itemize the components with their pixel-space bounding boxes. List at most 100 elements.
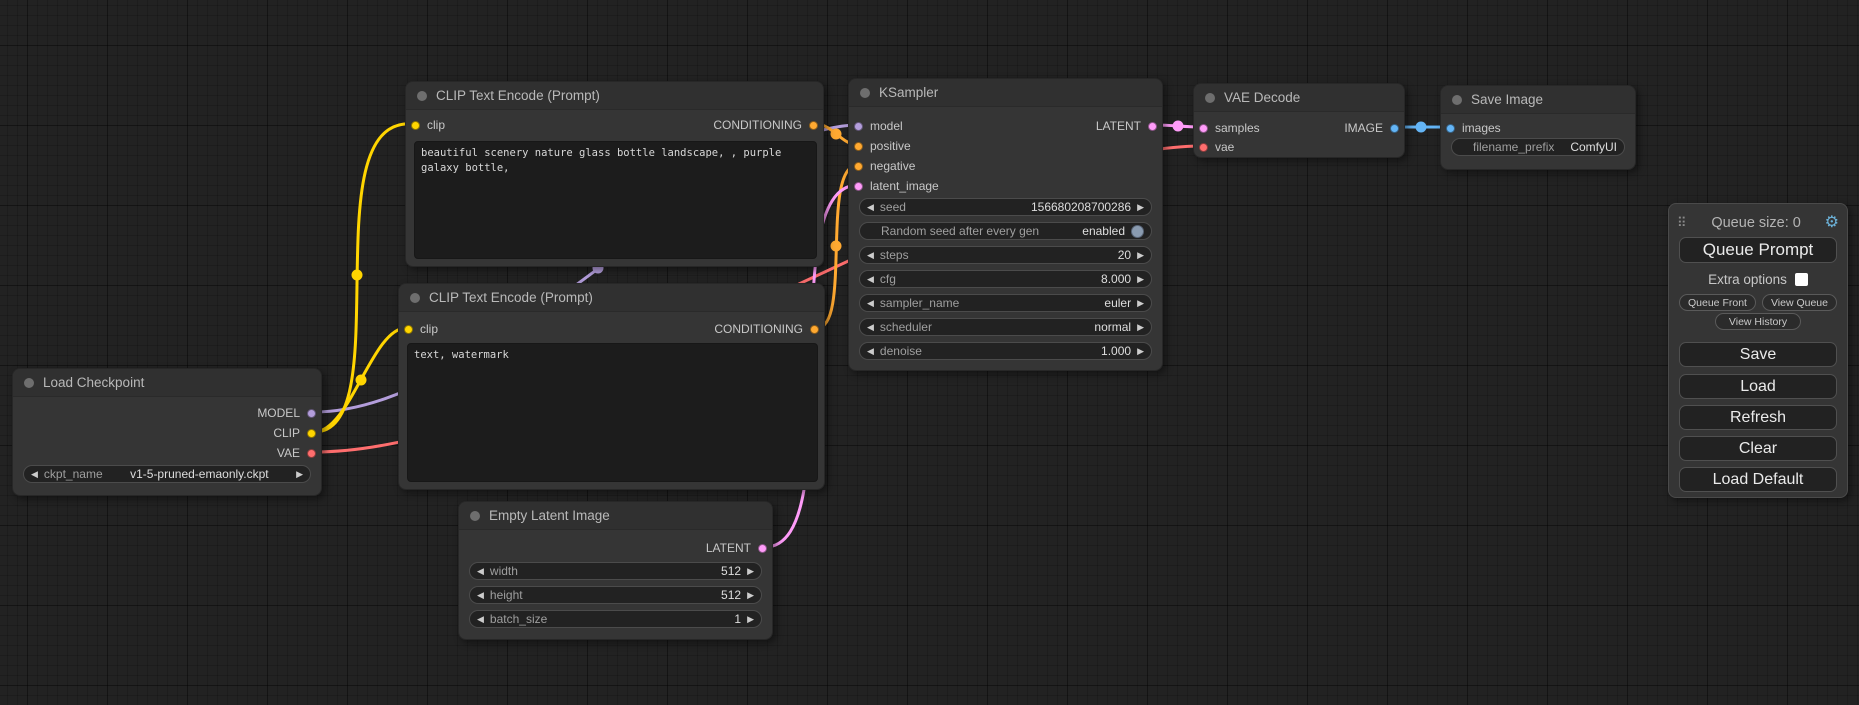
view-history-button[interactable]: View History (1715, 313, 1801, 330)
load-default-button[interactable]: Load Default (1679, 467, 1837, 492)
queue-front-button[interactable]: Queue Front (1679, 294, 1756, 311)
slot-dot-image[interactable] (1446, 124, 1455, 133)
input-slot-negative[interactable]: negative (849, 157, 1162, 175)
output-slot-conditioning[interactable]: CONDITIONING (399, 320, 824, 338)
node-title: Save Image (1471, 92, 1543, 107)
height-stepper[interactable]: ◀ height 512 ▶ (469, 586, 762, 604)
denoise-stepper[interactable]: ◀ denoise 1.000 ▶ (859, 342, 1152, 360)
stepper-left-icon[interactable]: ◀ (867, 198, 874, 216)
stepper-left-icon[interactable]: ◀ (477, 586, 484, 604)
widget-label: sampler_name (880, 296, 959, 310)
output-slot-latent[interactable]: LATENT (459, 539, 772, 557)
widget-value: euler (965, 296, 1131, 310)
sampler-name-combo[interactable]: ◀ sampler_name euler ▶ (859, 294, 1152, 312)
slot-dot-image[interactable] (1390, 124, 1399, 133)
slot-label: LATENT (706, 539, 751, 557)
stepper-right-icon[interactable]: ▶ (1137, 318, 1144, 336)
slot-dot-clip[interactable] (307, 429, 316, 438)
node-title-bar[interactable]: Empty Latent Image (459, 502, 772, 530)
output-slot-model[interactable]: MODEL (13, 404, 321, 422)
slot-dot-latent[interactable] (1148, 122, 1157, 131)
save-button[interactable]: Save (1679, 342, 1837, 367)
slot-dot-conditioning[interactable] (854, 162, 863, 171)
stepper-left-icon[interactable]: ◀ (867, 342, 874, 360)
collapse-dot-icon[interactable] (860, 88, 870, 98)
slot-dot-latent[interactable] (854, 182, 863, 191)
slot-dot-model[interactable] (307, 409, 316, 418)
stepper-right-icon[interactable]: ▶ (747, 586, 754, 604)
slot-dot-vae[interactable] (1199, 143, 1208, 152)
seed-stepper[interactable]: ◀ seed 156680208700286 ▶ (859, 198, 1152, 216)
slot-dot-vae[interactable] (307, 449, 316, 458)
node-title-bar[interactable]: VAE Decode (1194, 84, 1404, 112)
link-dot (1416, 122, 1427, 133)
stepper-left-icon[interactable]: ◀ (867, 246, 874, 264)
wire-clip-to-negative-prompt (314, 328, 406, 432)
ckpt-name-combo[interactable]: ◀ ckpt_name v1-5-pruned-emaonly.ckpt ▶ (23, 465, 311, 483)
node-title-bar[interactable]: CLIP Text Encode (Prompt) (399, 284, 824, 312)
input-slot-positive[interactable]: positive (849, 137, 1162, 155)
widget-label: Random seed after every gen (881, 224, 1039, 238)
steps-stepper[interactable]: ◀ steps 20 ▶ (859, 246, 1152, 264)
link-dot (352, 270, 363, 281)
view-queue-button[interactable]: View Queue (1762, 294, 1837, 311)
stepper-right-icon[interactable]: ▶ (1137, 270, 1144, 288)
stepper-left-icon[interactable]: ◀ (477, 562, 484, 580)
scheduler-combo[interactable]: ◀ scheduler normal ▶ (859, 318, 1152, 336)
filename-prefix-field[interactable]: filename_prefix ComfyUI (1451, 138, 1625, 156)
slot-label: CONDITIONING (714, 320, 803, 338)
node-clip-text-encode-positive: CLIP Text Encode (Prompt) clip CONDITION… (405, 81, 824, 267)
slot-dot-conditioning[interactable] (809, 121, 818, 130)
stepper-right-icon[interactable]: ▶ (1137, 294, 1144, 312)
extra-options-checkbox[interactable] (1795, 273, 1808, 286)
output-slot-clip[interactable]: CLIP (13, 424, 321, 442)
stepper-right-icon[interactable]: ▶ (747, 562, 754, 580)
stepper-left-icon[interactable]: ◀ (31, 465, 38, 483)
queue-prompt-button[interactable]: Queue Prompt (1679, 237, 1837, 263)
collapse-dot-icon[interactable] (1452, 95, 1462, 105)
slot-dot-latent[interactable] (758, 544, 767, 553)
stepper-right-icon[interactable]: ▶ (1137, 246, 1144, 264)
clear-button[interactable]: Clear (1679, 436, 1837, 461)
collapse-dot-icon[interactable] (417, 91, 427, 101)
prompt-textarea[interactable]: text, watermark (407, 343, 818, 482)
drag-handle-icon[interactable]: ⠿ (1677, 215, 1688, 231)
refresh-button[interactable]: Refresh (1679, 405, 1837, 430)
output-slot-vae[interactable]: VAE (13, 444, 321, 462)
stepper-right-icon[interactable]: ▶ (1137, 198, 1144, 216)
collapse-dot-icon[interactable] (24, 378, 34, 388)
width-stepper[interactable]: ◀ width 512 ▶ (469, 562, 762, 580)
node-graph-canvas[interactable]: Load Checkpoint MODEL CLIP VAE ◀ ckpt_na… (0, 0, 1859, 705)
collapse-dot-icon[interactable] (470, 511, 480, 521)
input-slot-images[interactable]: images (1441, 119, 1635, 137)
stepper-right-icon[interactable]: ▶ (1137, 342, 1144, 360)
batch-size-stepper[interactable]: ◀ batch_size 1 ▶ (469, 610, 762, 628)
toggle-knob-icon[interactable] (1131, 225, 1144, 238)
node-title-bar[interactable]: CLIP Text Encode (Prompt) (406, 82, 823, 110)
stepper-right-icon[interactable]: ▶ (747, 610, 754, 628)
input-slot-latent-image[interactable]: latent_image (849, 177, 1162, 195)
prompt-textarea[interactable]: beautiful scenery nature glass bottle la… (414, 141, 817, 259)
input-slot-vae[interactable]: vae (1194, 138, 1404, 156)
node-title: KSampler (879, 85, 938, 100)
slot-dot-conditioning[interactable] (810, 325, 819, 334)
slot-dot-conditioning[interactable] (854, 142, 863, 151)
stepper-right-icon[interactable]: ▶ (296, 465, 303, 483)
collapse-dot-icon[interactable] (410, 293, 420, 303)
load-button[interactable]: Load (1679, 374, 1837, 399)
stepper-left-icon[interactable]: ◀ (867, 318, 874, 336)
random-seed-toggle[interactable]: Random seed after every gen enabled (859, 222, 1152, 240)
output-slot-conditioning[interactable]: CONDITIONING (406, 116, 823, 134)
stepper-left-icon[interactable]: ◀ (477, 610, 484, 628)
output-slot-latent[interactable]: LATENT (849, 117, 1162, 135)
node-title-bar[interactable]: KSampler (849, 79, 1162, 107)
widget-label: scheduler (880, 320, 932, 334)
node-title-bar[interactable]: Load Checkpoint (13, 369, 321, 397)
settings-gear-icon[interactable]: ⚙ (1825, 215, 1839, 231)
stepper-left-icon[interactable]: ◀ (867, 270, 874, 288)
cfg-stepper[interactable]: ◀ cfg 8.000 ▶ (859, 270, 1152, 288)
node-title-bar[interactable]: Save Image (1441, 86, 1635, 114)
stepper-left-icon[interactable]: ◀ (867, 294, 874, 312)
collapse-dot-icon[interactable] (1205, 93, 1215, 103)
output-slot-image[interactable]: IMAGE (1194, 119, 1404, 137)
